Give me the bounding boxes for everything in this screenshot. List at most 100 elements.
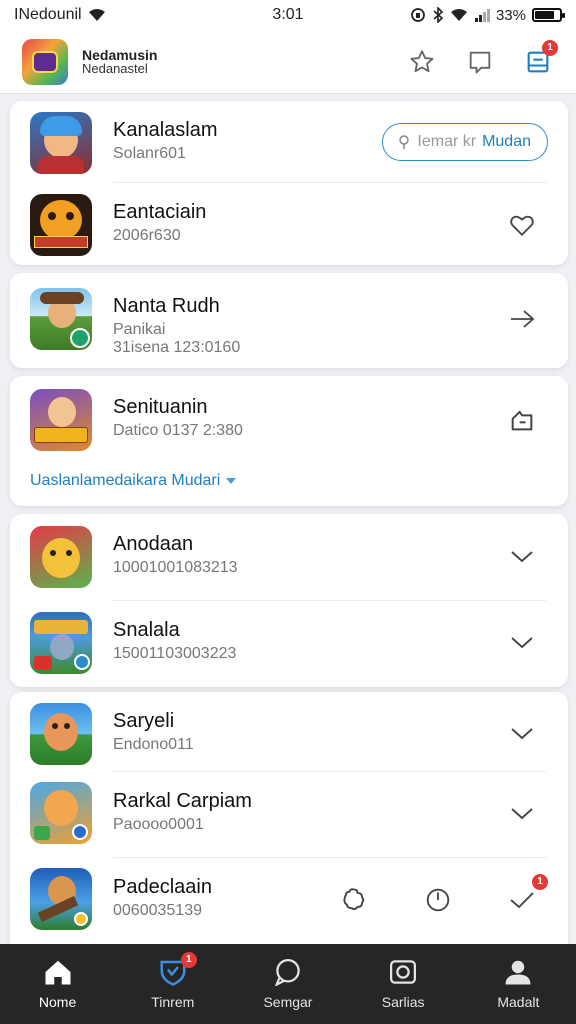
nav-badge: 1: [180, 952, 197, 968]
expand-button[interactable]: [506, 627, 538, 659]
game-card-5: Saryeli Endono011 Rarkal Carpiam Paoooo0…: [10, 692, 568, 944]
chevron-down-icon: [511, 637, 533, 649]
game-thumbnail: [30, 112, 92, 174]
game-thumbnail: [30, 612, 92, 674]
nav-item-semgar[interactable]: Semgar: [238, 958, 338, 1010]
share-icon: [511, 410, 533, 431]
app-logo[interactable]: [22, 38, 68, 85]
expand-more-link[interactable]: Uaslanlamedaikara Mudari: [30, 472, 237, 490]
search-pill-accent: Mudan: [482, 133, 531, 150]
expand-button[interactable]: [506, 798, 538, 830]
confirm-button[interactable]: 1: [506, 874, 548, 916]
expand-more-label: Uaslanlamedaikara Mudari: [30, 472, 221, 489]
game-name: Eantaciain: [113, 201, 207, 223]
puzzle-button[interactable]: [338, 884, 370, 916]
list-item[interactable]: Anodaan 10001001083213: [10, 515, 568, 601]
favorite-button[interactable]: [506, 209, 538, 241]
game-card-4: Anodaan 10001001083213 Snalala 150011030…: [10, 514, 568, 687]
list-item[interactable]: Kanalaslam Solanr601 Iemar kr Mudan: [10, 101, 568, 187]
heart-icon: [510, 215, 534, 237]
chevron-down-icon: [511, 728, 533, 740]
battery-level: [535, 11, 555, 19]
nav-item-sarlias[interactable]: Sarlias: [353, 958, 453, 1010]
game-meta-secondary: 31isena 123:0160: [113, 339, 241, 356]
game-name: Rarkal Carpiam: [113, 790, 252, 812]
signal-icon: [474, 9, 490, 22]
list-item[interactable]: Senituanin Datico 0137 2:380: [10, 378, 568, 464]
game-meta: Panikai: [113, 321, 166, 338]
game-name: Nanta Rudh: [113, 295, 220, 317]
status-right: 33%: [410, 6, 565, 24]
game-name: Snalala: [113, 619, 180, 641]
share-button[interactable]: [506, 404, 538, 436]
timer-button[interactable]: [422, 884, 454, 916]
status-bar: INedounil 3:01 33%: [0, 0, 576, 30]
inbox-button[interactable]: 1: [522, 39, 558, 78]
location-pin-icon: [399, 135, 410, 149]
arrow-right-icon: [511, 310, 535, 328]
open-button[interactable]: [506, 303, 538, 335]
inbox-badge: 1: [542, 39, 558, 56]
game-name: Senituanin: [113, 396, 208, 418]
favorites-button[interactable]: [406, 46, 438, 78]
carrier-label: INedounil: [14, 6, 82, 23]
status-left: INedounil: [14, 6, 106, 24]
vpn-icon: [411, 8, 425, 22]
list-item[interactable]: Nanta Rudh Panikai 31isena 123:0160: [10, 277, 568, 367]
camera-icon: [390, 960, 417, 984]
bottom-nav: Nome 1 Tinrem Semgar Sarlias Madalt: [0, 944, 576, 1024]
game-thumbnail: [30, 703, 92, 765]
game-name: Anodaan: [113, 533, 194, 555]
wifi-icon: [88, 9, 105, 21]
list-item[interactable]: Saryeli Endono011: [10, 692, 568, 778]
game-meta: 15001103003223: [113, 645, 237, 662]
list-item[interactable]: Padeclaain 0060035139 1: [10, 858, 568, 944]
nav-item-madalt[interactable]: Madalt: [468, 958, 568, 1010]
star-icon: [410, 49, 434, 72]
nav-label: Madalt: [497, 994, 540, 1010]
game-card-2: Nanta Rudh Panikai 31isena 123:0160: [10, 273, 568, 368]
game-thumbnail: [30, 868, 92, 930]
game-thumbnail: [30, 782, 92, 844]
search-pill[interactable]: Iemar kr Mudan: [382, 123, 548, 161]
messages-button[interactable]: [464, 46, 496, 78]
chevron-down-icon: [511, 808, 533, 820]
nav-label: Sarlias: [381, 994, 425, 1010]
header-actions: 1: [406, 39, 558, 78]
expand-button[interactable]: [506, 718, 538, 750]
nav-item-tinrem[interactable]: 1 Tinrem: [123, 952, 223, 1010]
game-meta: Solanr601: [113, 145, 186, 162]
game-meta: 2006r630: [113, 227, 181, 244]
game-meta: Endono011: [113, 736, 194, 753]
nav-item-home[interactable]: Nome: [8, 958, 108, 1010]
game-name: Kanalaslam: [113, 119, 218, 141]
nav-label: Semgar: [263, 994, 313, 1010]
message-icon: [469, 51, 491, 73]
game-thumbnail: [30, 389, 92, 451]
list-item[interactable]: Eantaciain 2006r630: [10, 183, 568, 269]
expand-button[interactable]: [506, 541, 538, 573]
app-title-main: Nedamusin: [82, 46, 158, 63]
game-meta: Datico 0137 2:380: [113, 422, 243, 439]
game-meta: Paoooo0001: [113, 816, 204, 833]
battery-icon: [532, 8, 565, 22]
chevron-down-icon: [511, 551, 533, 563]
nav-label: Tinrem: [151, 994, 195, 1010]
caret-down-icon: [226, 478, 237, 484]
puzzle-icon: [343, 888, 365, 911]
wifi-status-icon: [450, 9, 467, 21]
game-card-3: Senituanin Datico 0137 2:380 Uaslanlamed…: [10, 376, 568, 506]
confirm-badge: 1: [532, 874, 548, 890]
timer-icon: [426, 888, 450, 912]
home-icon: [45, 960, 71, 985]
list-item[interactable]: Snalala 15001103003223: [10, 601, 568, 687]
game-meta: 0060035139: [113, 902, 202, 919]
game-name: Padeclaain: [113, 876, 212, 898]
game-meta: 10001001083213: [113, 559, 238, 576]
game-card-1: Kanalaslam Solanr601 Iemar kr Mudan Eant…: [10, 101, 568, 265]
battery-text: 33%: [495, 6, 526, 24]
chat-bubble-icon: [274, 959, 300, 986]
list-item[interactable]: Rarkal Carpiam Paoooo0001: [10, 772, 568, 858]
game-thumbnail: [30, 288, 92, 350]
game-name: Saryeli: [113, 710, 175, 732]
